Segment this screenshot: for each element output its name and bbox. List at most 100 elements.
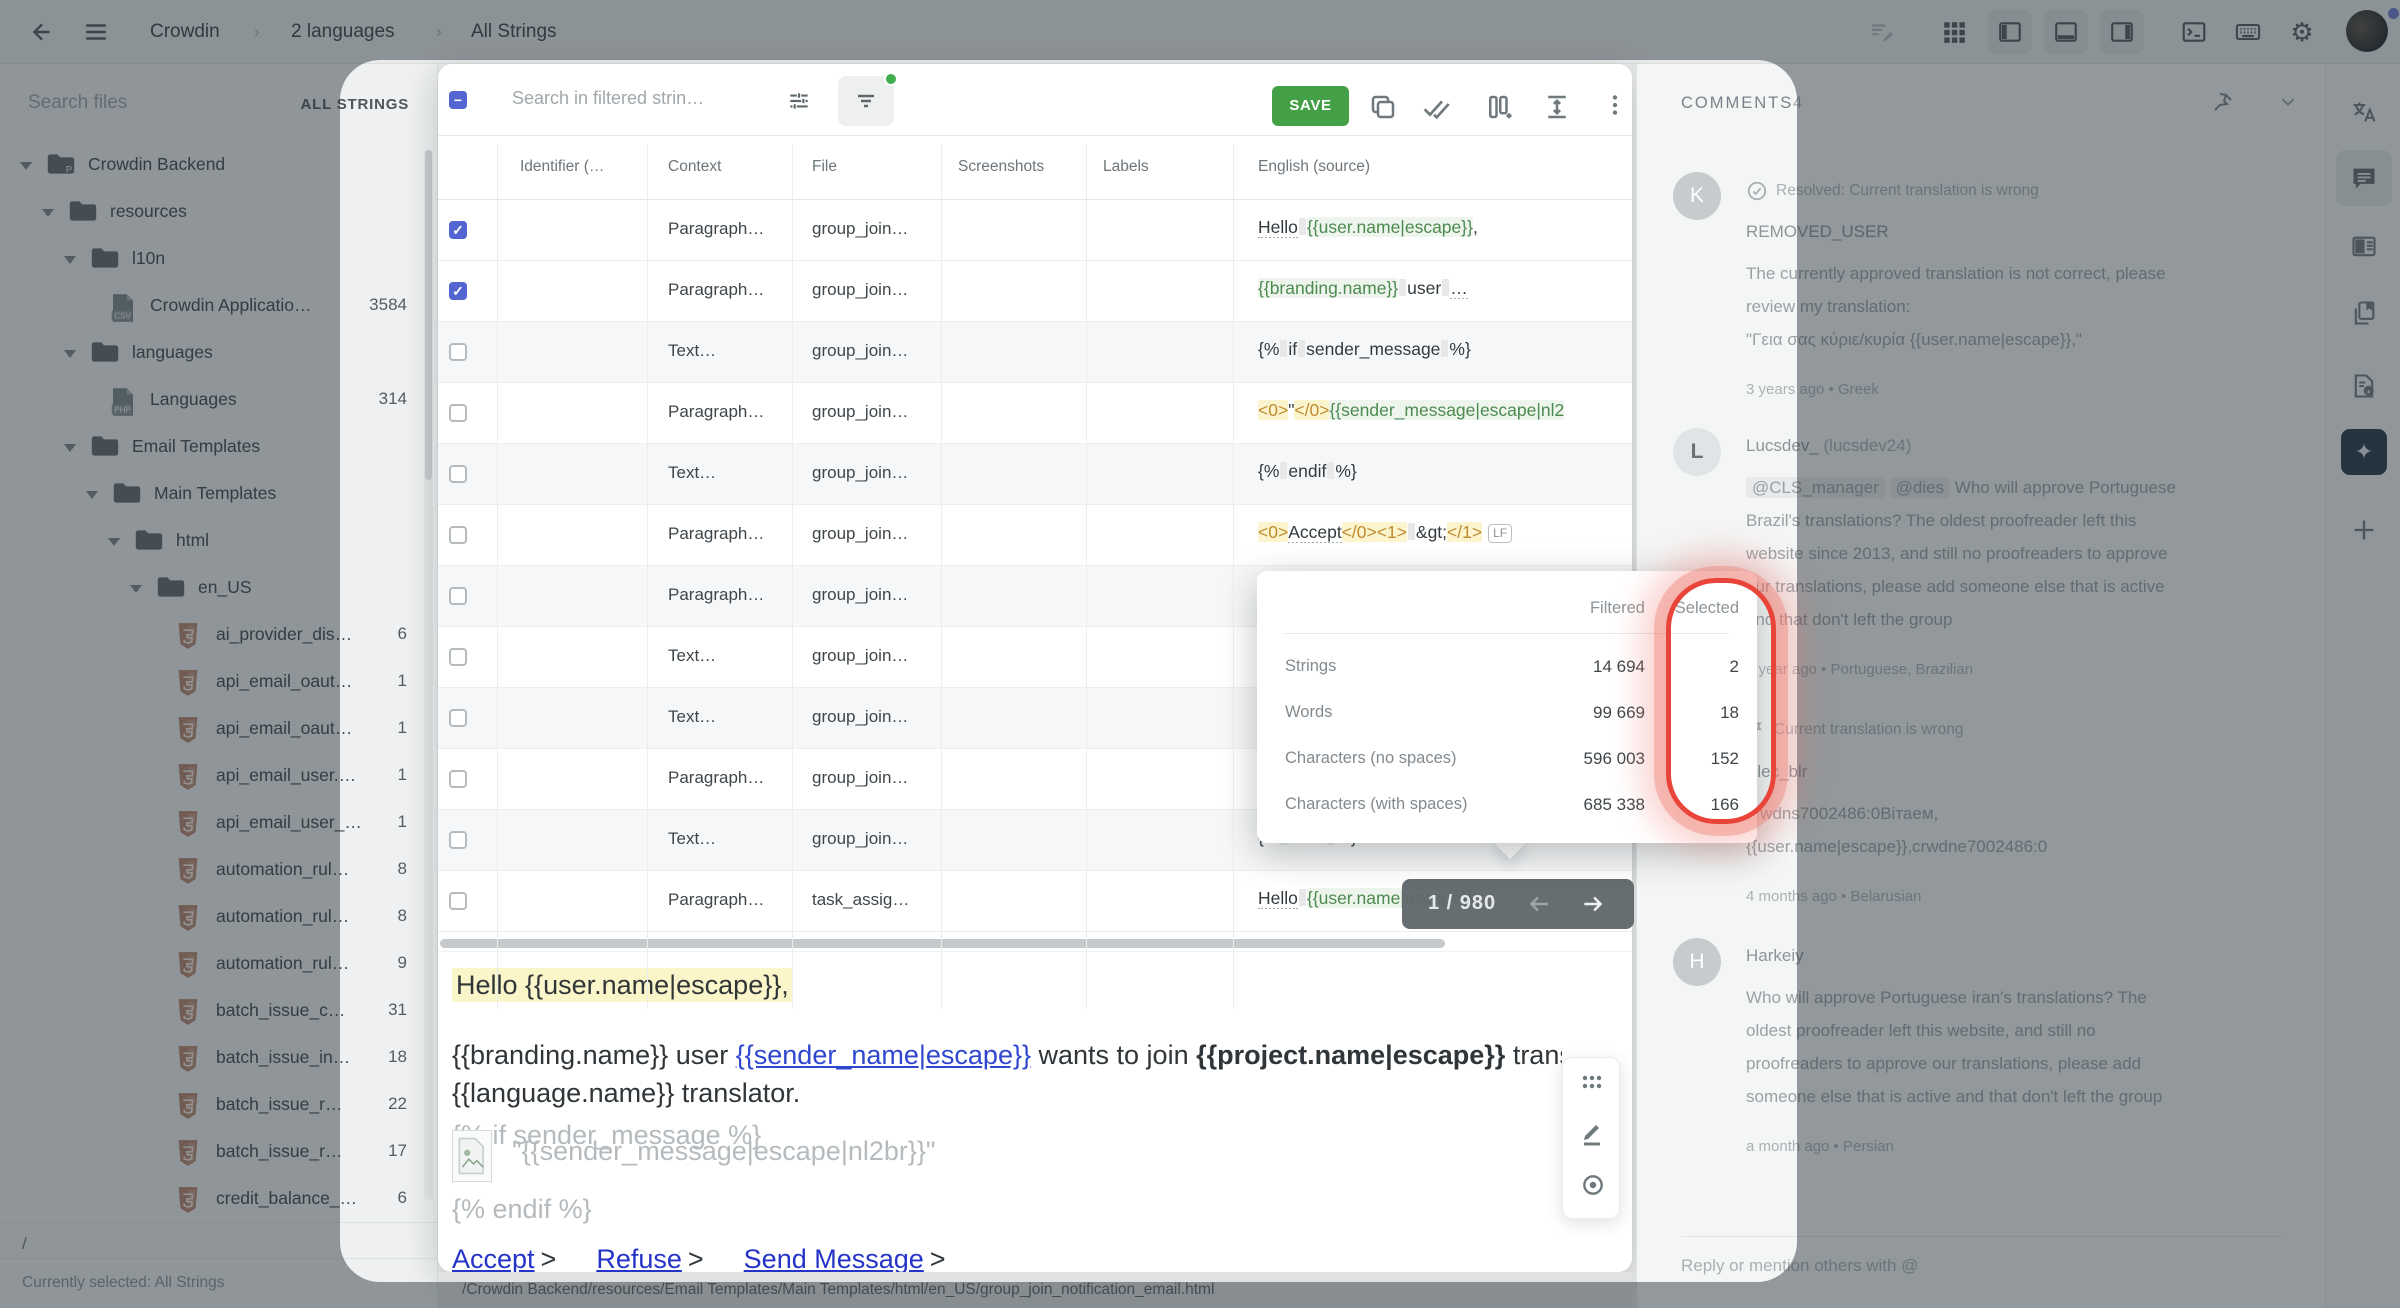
column-header-file[interactable]: File (812, 158, 837, 176)
table-row[interactable]: Paragraph…group_join…<0>"</0>{{sender_me… (438, 383, 1632, 444)
tree-file-batch-issue-in-[interactable]: batch_issue_in…18 (0, 1035, 438, 1082)
tree-file-api-email-oaut-[interactable]: api_email_oaut…1 (0, 659, 438, 706)
translate-edit-icon[interactable] (1864, 14, 1900, 50)
column-header-labels[interactable]: Labels (1103, 158, 1149, 176)
tree-file-automation-rul-[interactable]: automation_rul…9 (0, 941, 438, 988)
pin-icon[interactable] (2211, 90, 2235, 119)
hamburger-menu-icon[interactable] (78, 14, 114, 50)
pages-bookmark-icon[interactable] (2336, 285, 2392, 341)
row-checkbox[interactable] (449, 709, 467, 727)
more-grid-icon[interactable] (1580, 1072, 1604, 1097)
tune-settings-icon[interactable] (786, 88, 812, 119)
sidebar-scrollbar-thumb[interactable] (425, 150, 432, 480)
tree-folder-languages[interactable]: languages (0, 330, 438, 377)
column-header-identifier-[interactable]: Identifier (… (520, 158, 604, 176)
sidebar-notes-icon[interactable] (2336, 219, 2392, 275)
expand-arrow-icon[interactable] (86, 491, 98, 499)
add-column-icon[interactable] (1484, 92, 1514, 127)
tree-folder-l10n[interactable]: l10n (0, 236, 438, 283)
tree-file-ai-provider-dis-[interactable]: ai_provider_dis…6 (0, 612, 438, 659)
tree-folder-resources[interactable]: resources (0, 189, 438, 236)
column-header-english-source-[interactable]: English (source) (1258, 158, 1370, 176)
comment-author[interactable]: Lucsdev_ (lucsdev24) (1746, 436, 1911, 456)
select-all-checkbox[interactable]: − (449, 91, 467, 109)
search-filtered-strings-input[interactable]: Search in filtered strin… (512, 88, 704, 109)
row-checkbox[interactable] (449, 831, 467, 849)
tree-file-api-email-oaut-[interactable]: api_email_oaut…1 (0, 706, 438, 753)
approve-all-icon[interactable] (1422, 92, 1454, 129)
preview-link[interactable]: {{sender_name|escape}} (736, 1040, 1031, 1070)
horizontal-scrollbar-thumb[interactable] (440, 939, 1445, 948)
tree-file-crowdin-applicatio-[interactable]: CSVCrowdin Applicatio…3584 (0, 283, 438, 330)
action-link-refuse[interactable]: Refuse (596, 1244, 682, 1274)
tree-folder-en-us[interactable]: en_US (0, 565, 438, 612)
breadcrumb-languages[interactable]: 2 languages (291, 0, 395, 64)
row-checkbox[interactable] (449, 648, 467, 666)
breadcrumb-project[interactable]: Crowdin (150, 0, 220, 64)
layout-bottom-panel-button[interactable] (2044, 10, 2088, 54)
table-row[interactable]: Text…group_join…{%endif%} (438, 444, 1632, 505)
tree-file-api-email-user-[interactable]: api_email_user.…1 (0, 753, 438, 800)
prev-page-arrow-icon[interactable] (1526, 891, 1552, 922)
expand-arrow-icon[interactable] (64, 256, 76, 264)
gear-icon[interactable]: ⚙ (2284, 14, 2320, 50)
expand-arrow-icon[interactable] (108, 538, 120, 546)
tree-folder-html[interactable]: html (0, 518, 438, 565)
row-checkbox[interactable] (449, 770, 467, 788)
table-row[interactable]: Text…group_join…{%ifsender_message%} (438, 322, 1632, 383)
search-files-input[interactable]: Search files (28, 92, 127, 114)
row-checkbox[interactable]: ✓ (449, 282, 467, 300)
layout-left-panel-button[interactable] (1988, 10, 2032, 54)
expand-rows-icon[interactable] (1542, 92, 1572, 127)
tree-file-batch-issue-c-[interactable]: batch_issue_c…31 (0, 988, 438, 1035)
tree-folder-email-templates[interactable]: Email Templates (0, 424, 438, 471)
row-checkbox[interactable] (449, 587, 467, 605)
action-link-send-message[interactable]: Send Message (744, 1244, 924, 1274)
tree-file-languages[interactable]: PHPLanguages314 (0, 377, 438, 424)
row-checkbox[interactable] (449, 526, 467, 544)
save-button[interactable]: SAVE (1272, 86, 1349, 126)
column-header-context[interactable]: Context (668, 158, 721, 176)
tree-file-automation-rul-[interactable]: automation_rul…8 (0, 894, 438, 941)
copy-translation-icon[interactable] (1368, 92, 1398, 127)
expand-arrow-icon[interactable] (64, 444, 76, 452)
keyboard-icon[interactable] (2230, 14, 2266, 50)
translate-icon[interactable] (2336, 84, 2392, 140)
file-info-icon[interactable] (2336, 358, 2392, 414)
expand-arrow-icon[interactable] (42, 209, 54, 217)
row-checkbox[interactable] (449, 892, 467, 910)
breadcrumb-all-strings[interactable]: All Strings (471, 0, 557, 64)
comment-author[interactable]: REMOVED_USER (1746, 222, 1889, 242)
tree-file-batch-issue-r-[interactable]: batch_issue_r…17 (0, 1129, 438, 1176)
row-checkbox[interactable]: ✓ (449, 221, 467, 239)
app-logo-icon[interactable]: ✦ (2341, 429, 2387, 475)
row-checkbox[interactable] (449, 465, 467, 483)
terminal-icon[interactable] (2176, 14, 2212, 50)
preview-eye-icon[interactable] (1580, 1172, 1606, 1203)
tree-file-batch-issue-r-[interactable]: batch_issue_r…22 (0, 1082, 438, 1129)
tree-folder-main-templates[interactable]: Main Templates (0, 471, 438, 518)
comments-tab-icon[interactable] (2336, 150, 2392, 206)
chevron-down-icon[interactable] (2277, 90, 2299, 117)
mention-chip[interactable]: @dies (1890, 477, 1950, 498)
avatar[interactable] (2346, 10, 2388, 52)
row-checkbox[interactable] (449, 404, 467, 422)
add-panel-plus-icon[interactable] (2336, 502, 2392, 558)
tree-file-automation-rul-[interactable]: automation_rul…8 (0, 847, 438, 894)
expand-arrow-icon[interactable] (130, 585, 142, 593)
layout-right-panel-button[interactable] (2100, 10, 2144, 54)
mention-chip[interactable]: @CLS_manager (1746, 477, 1885, 498)
back-arrow-icon[interactable] (24, 14, 60, 50)
all-strings-mode-label[interactable]: ALL STRINGS (300, 96, 409, 113)
column-header-screenshots[interactable]: Screenshots (958, 158, 1044, 176)
comment-author[interactable]: Harkeiy (1746, 946, 1804, 966)
next-page-arrow-icon[interactable] (1580, 891, 1606, 922)
tree-file-api-email-user-[interactable]: api_email_user_…1 (0, 800, 438, 847)
tree-file-credit-balance-[interactable]: credit_balance_…6 (0, 1176, 438, 1223)
expand-arrow-icon[interactable] (64, 350, 76, 358)
edit-pencil-icon[interactable] (1580, 1120, 1604, 1151)
table-row[interactable]: ✓Paragraph…group_join…{{branding.name}}u… (438, 261, 1632, 322)
expand-arrow-icon[interactable] (20, 162, 32, 170)
tree-folder-crowdin-backend[interactable]: PCrowdin Backend (0, 142, 438, 189)
table-row[interactable]: ✓Paragraph…group_join…Hello{{user.name|e… (438, 200, 1632, 261)
